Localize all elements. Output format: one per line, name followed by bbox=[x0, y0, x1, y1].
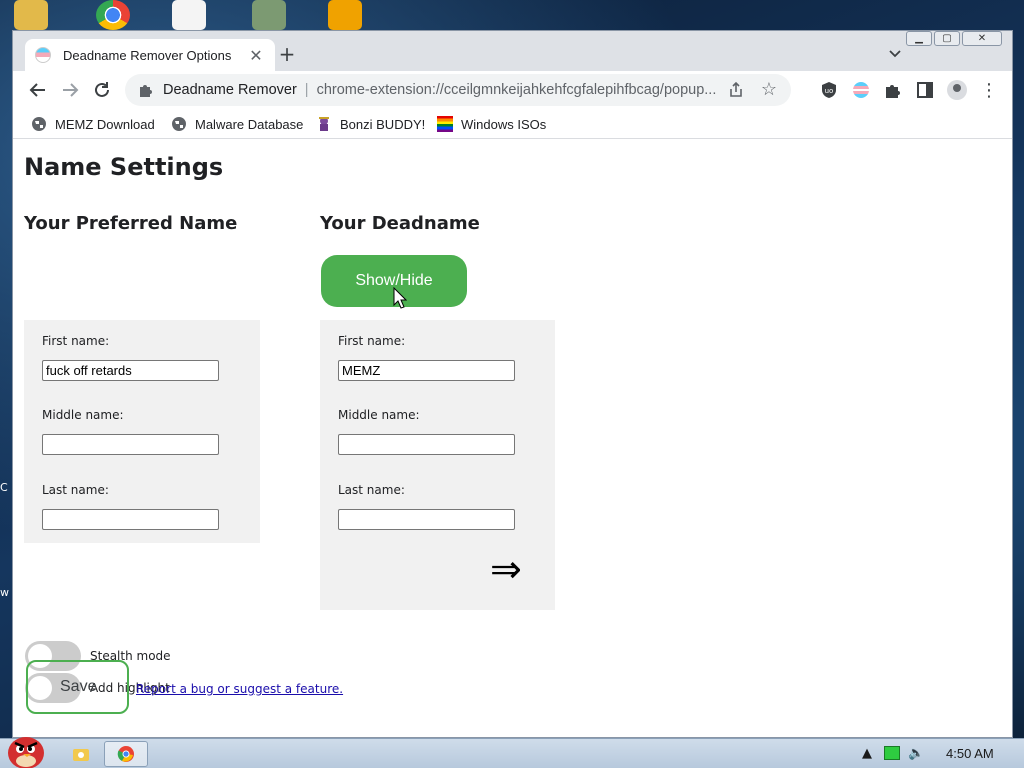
preferred-last-name-field[interactable] bbox=[42, 509, 219, 530]
deadname-extension-icon[interactable] bbox=[851, 80, 871, 100]
desktop-shield-icon[interactable] bbox=[252, 0, 286, 30]
tab-options[interactable]: Deadname Remover Options ✕ bbox=[25, 39, 275, 71]
chrome-icon bbox=[117, 746, 134, 762]
ublock-icon[interactable]: uo bbox=[819, 80, 839, 100]
desktop-label-fragment: C bbox=[0, 481, 8, 494]
bookmarks-bar: MEMZ Download Malware Database Bonzi BUD… bbox=[13, 109, 1012, 139]
maximize-button[interactable]: ▢ bbox=[934, 31, 960, 46]
preferred-middle-name-field[interactable] bbox=[42, 434, 219, 455]
deadname-first-name-field[interactable] bbox=[338, 360, 515, 381]
star-icon[interactable]: ☆ bbox=[761, 79, 777, 100]
page-title: Name Settings bbox=[24, 153, 224, 181]
save-button[interactable]: Save bbox=[26, 660, 129, 714]
rainbow-flag-icon bbox=[437, 116, 453, 132]
tray-chevron-icon[interactable]: ▲ bbox=[862, 746, 872, 761]
bookmark-memz[interactable]: MEMZ Download bbox=[31, 113, 155, 135]
deadname-last-name-field[interactable] bbox=[338, 509, 515, 530]
last-name-label: Last name: bbox=[42, 483, 109, 497]
address-bar[interactable]: Deadname Remover | chrome-extension://cc… bbox=[125, 74, 791, 106]
folder-icon bbox=[73, 749, 89, 761]
extensions-icon[interactable] bbox=[883, 80, 903, 100]
bookmark-windows-isos[interactable]: Windows ISOs bbox=[437, 113, 546, 135]
bookmark-label: Bonzi BUDDY! bbox=[340, 116, 426, 132]
browser-window: Deadname Remover Options ✕ + ▁ ▢ ✕ Deadn… bbox=[12, 30, 1013, 738]
middle-name-label: Middle name: bbox=[338, 408, 420, 422]
swap-arrow-icon[interactable]: ⇒ bbox=[490, 550, 522, 588]
deadname-panel: First name: Middle name: Last name: ⇒ bbox=[320, 320, 555, 610]
window-controls: ▁ ▢ ✕ bbox=[906, 31, 1002, 47]
tab-title: Deadname Remover Options bbox=[63, 47, 232, 63]
first-name-label: First name: bbox=[338, 334, 406, 348]
preferred-name-panel: First name: Middle name: Last name: bbox=[24, 320, 260, 543]
volume-icon[interactable]: 🔈 bbox=[908, 746, 924, 761]
middle-name-label: Middle name: bbox=[42, 408, 124, 422]
deadname-middle-name-field[interactable] bbox=[338, 434, 515, 455]
globe-icon bbox=[32, 117, 46, 131]
bookmark-label: MEMZ Download bbox=[55, 116, 155, 132]
url-text: chrome-extension://cceilgmnkeijahkehfcgf… bbox=[316, 82, 717, 98]
mouse-cursor-icon bbox=[393, 287, 407, 309]
svg-text:uo: uo bbox=[825, 87, 834, 95]
reload-icon[interactable] bbox=[91, 79, 113, 101]
profile-avatar[interactable] bbox=[947, 80, 967, 100]
desktop-label-fragment: w bbox=[0, 586, 9, 599]
forward-icon[interactable] bbox=[59, 79, 81, 101]
network-icon[interactable] bbox=[884, 746, 900, 760]
tab-strip: Deadname Remover Options ✕ + ▁ ▢ ✕ bbox=[13, 31, 1012, 71]
options-page: Name Settings Your Preferred Name Your D… bbox=[13, 139, 1012, 737]
globe-icon bbox=[172, 117, 186, 131]
first-name-label: First name: bbox=[42, 334, 110, 348]
puzzle-icon bbox=[140, 85, 152, 97]
preferred-name-heading: Your Preferred Name bbox=[24, 213, 238, 234]
back-icon[interactable] bbox=[27, 79, 49, 101]
new-tab-button[interactable]: + bbox=[276, 42, 298, 66]
url-separator: | bbox=[304, 82, 309, 98]
trans-flag-icon bbox=[35, 47, 51, 63]
taskbar-explorer[interactable] bbox=[70, 741, 92, 767]
share-icon[interactable] bbox=[727, 81, 745, 99]
bookmark-bonzi-buddy[interactable]: Bonzi BUDDY! bbox=[316, 113, 425, 135]
side-panel-icon[interactable] bbox=[915, 80, 935, 100]
bookmark-malware-database[interactable]: Malware Database bbox=[171, 113, 303, 135]
site-name: Deadname Remover bbox=[163, 82, 297, 98]
deadname-heading: Your Deadname bbox=[320, 213, 480, 234]
toolbar: Deadname Remover | chrome-extension://cc… bbox=[13, 71, 1012, 109]
report-bug-link[interactable]: Report a bug or suggest a feature. bbox=[136, 682, 343, 696]
last-name-label: Last name: bbox=[338, 483, 405, 497]
chevron-down-icon[interactable] bbox=[887, 45, 903, 61]
close-window-button[interactable]: ✕ bbox=[962, 31, 1002, 46]
minimize-button[interactable]: ▁ bbox=[906, 31, 932, 46]
bonzi-icon bbox=[319, 117, 329, 131]
desktop-chrome-icon[interactable] bbox=[96, 0, 130, 30]
desktop-game-icon[interactable] bbox=[328, 0, 362, 30]
preferred-first-name-field[interactable] bbox=[42, 360, 219, 381]
clock[interactable]: 4:50 AM bbox=[946, 746, 994, 761]
taskbar: ▲ 🔈 4:50 AM bbox=[0, 737, 1024, 768]
close-icon[interactable]: ✕ bbox=[247, 46, 265, 65]
taskbar-chrome[interactable] bbox=[104, 741, 148, 767]
desktop-cards-icon[interactable] bbox=[172, 0, 206, 30]
angry-bird-start-icon[interactable] bbox=[4, 731, 48, 768]
bookmark-label: Malware Database bbox=[195, 116, 304, 132]
more-menu-icon[interactable]: ⋮ bbox=[979, 80, 999, 101]
bookmark-label: Windows ISOs bbox=[461, 116, 547, 132]
desktop-folder-icon[interactable] bbox=[14, 0, 48, 30]
